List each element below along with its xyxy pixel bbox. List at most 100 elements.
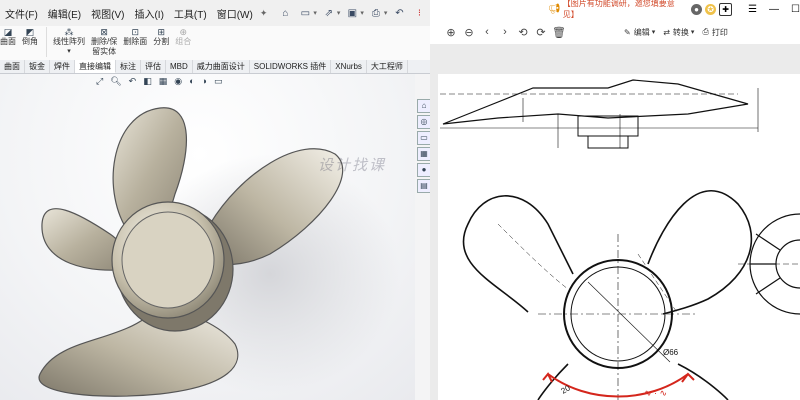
ribbon-separator (46, 27, 47, 57)
delete-face-icon: ⊡ (131, 27, 139, 37)
tab-engineer[interactable]: 大工程师 (367, 60, 408, 73)
pdf-page[interactable]: Ø66 20 ∿ · ∿ (438, 74, 800, 400)
appearance-icon[interactable]: ◑ (202, 76, 207, 86)
zoom-area-icon[interactable]: 🔍︎ (110, 76, 121, 87)
3d-viewport[interactable]: 设计找课 (0, 74, 415, 400)
surface-button[interactable]: ◪ 曲面 (0, 27, 16, 47)
solidworks-window: 文件(F) 编辑(E) 视图(V) 插入(I) 工具(T) 窗口(W) ✦ ⌂ … (0, 0, 430, 400)
menu-insert[interactable]: 插入(I) (129, 6, 168, 21)
zoom-in-icon[interactable]: ⊕ (442, 26, 460, 39)
tab-sheet-metal[interactable]: 钣金 (25, 60, 50, 73)
surface-icon: ◪ (3, 27, 13, 37)
tab-markup[interactable]: 标注 (116, 60, 141, 73)
user-avatar[interactable]: ● (691, 3, 703, 15)
tab-solidworks-addins[interactable]: SOLIDWORKS 插件 (250, 60, 332, 73)
dropdown-icon: ▾ (651, 29, 656, 36)
convert-button[interactable]: ⇄ 转换 ▾ (663, 27, 694, 38)
previous-view-icon[interactable]: ↶ (129, 76, 137, 87)
convert-icon: ⇄ (663, 27, 670, 37)
watermark: 设计找课 (318, 156, 387, 174)
home-icon[interactable]: ⌂ (278, 6, 292, 20)
menu-window[interactable]: 窗口(W) (212, 6, 258, 21)
markup-annotation: ∿ · ∿ (644, 388, 667, 398)
file-explorer-icon[interactable]: ▭ (417, 131, 430, 145)
tab-direct-editing[interactable]: 直接编辑 (75, 60, 116, 73)
rotate-right-icon[interactable]: ⟳ (532, 26, 550, 39)
vip-icon[interactable]: ✚ (719, 2, 733, 16)
tab-xnurbs[interactable]: XNurbs (331, 60, 367, 73)
menu-view[interactable]: 视图(V) (86, 6, 129, 21)
side-view (440, 79, 759, 149)
menu-edit[interactable]: 编辑(E) (43, 6, 86, 21)
ribbon: ◪ 曲面 ◩ 倒角 ⁂ 线性阵列 ▾ ⊠ 删除/保 留实体 ⊡ 删除面 ⊞ 分割 ⊕ 组合 (0, 26, 430, 62)
appearances-icon[interactable]: ● (417, 163, 430, 177)
edit-button[interactable]: ✎ 编辑 ▾ (624, 27, 655, 38)
delete-keep-body-button[interactable]: ⊠ 删除/保 留实体 (91, 27, 117, 57)
delete-face-button[interactable]: ⊡ 删除面 (123, 27, 147, 47)
linear-pattern-button[interactable]: ⁂ 线性阵列 ▾ (53, 27, 85, 57)
menu-bar: 文件(F) 编辑(E) 视图(V) 插入(I) 工具(T) 窗口(W) ✦ ⌂ … (0, 0, 430, 26)
dimension-label: 20 (560, 383, 573, 396)
heads-up-view-toolbar: ⤢ 🔍︎ ↶ ◧ ▦ ◉ ◐ ◑ ▭ (96, 75, 229, 87)
display-style-icon[interactable]: ◉ (174, 76, 182, 87)
chamfer-icon: ◩ (25, 27, 35, 37)
open-icon[interactable]: ⇗ (322, 6, 336, 20)
print-button[interactable]: ⎙ 打印 (702, 27, 727, 38)
minimize-icon[interactable]: — (769, 4, 779, 15)
megaphone-icon: 📢︎ (548, 3, 561, 15)
zoom-out-icon[interactable]: ⊖ (460, 26, 478, 39)
delete-icon[interactable]: 🗑︎ (550, 26, 568, 39)
scene-icon[interactable]: ▭ (214, 76, 223, 87)
chamfer-button[interactable]: ◩ 倒角 (22, 27, 38, 47)
print-icon: ⎙ (702, 27, 709, 36)
linear-pattern-icon: ⁂ (64, 27, 74, 37)
save-icon[interactable]: ▣ (345, 6, 359, 20)
previous-page-icon[interactable]: ‹ (478, 26, 496, 38)
pdf-toolbar: ⊕ ⊖ ‹ › ⟲ ⟳ 🗑︎ ✎ 编辑 ▾ ⇄ 转换 ▾ ⎙ 打印 (430, 20, 800, 44)
menu-tools[interactable]: 工具(T) (169, 6, 212, 21)
zoom-to-fit-icon[interactable]: ⤢ (96, 76, 103, 87)
dropdown-icon[interactable]: ▾ (337, 9, 341, 17)
delete-body-icon: ⊠ (100, 27, 108, 37)
hide-show-icon[interactable]: ◐ (189, 76, 194, 86)
diameter-label: Ø66 (663, 348, 679, 357)
tab-power-surfacing[interactable]: 威力曲面设计 (193, 60, 250, 73)
traffic-light-icon[interactable]: ⁝ (412, 6, 426, 20)
right-view (738, 213, 800, 315)
resources-icon[interactable]: ⌂ (417, 99, 430, 113)
combine-icon: ⊕ (179, 27, 187, 37)
fan-model (38, 107, 400, 397)
custom-properties-icon[interactable]: ▤ (417, 179, 430, 193)
survey-banner[interactable]: 📢︎ 【图片有功能调研，邀您填要意见】 (548, 0, 677, 20)
badge-icon[interactable]: ✪ (705, 3, 717, 15)
dropdown-icon: ▾ (67, 48, 71, 55)
tab-surface[interactable]: 曲面 (0, 60, 25, 73)
design-library-icon[interactable]: ◎ (417, 115, 430, 129)
front-view (462, 190, 753, 400)
view-palette-icon[interactable]: ▦ (417, 147, 430, 161)
combine-button[interactable]: ⊕ 组合 (175, 27, 191, 47)
dropdown-icon[interactable]: ▾ (360, 9, 364, 17)
pin-icon[interactable]: ✦ (260, 8, 268, 19)
next-page-icon[interactable]: › (496, 26, 514, 38)
split-icon: ⊞ (157, 27, 165, 37)
new-document-icon[interactable]: ▭ (298, 6, 312, 20)
hub-inner-face (121, 211, 215, 309)
edit-icon: ✎ (624, 27, 631, 37)
undo-icon[interactable]: ↶ (392, 6, 406, 20)
rotate-left-icon[interactable]: ⟲ (514, 26, 532, 39)
tab-evaluate[interactable]: 评估 (141, 60, 166, 73)
tab-weldments[interactable]: 焊件 (50, 60, 75, 73)
quick-access-toolbar: ⌂ ▭▾ ⇗▾ ▣▾ ⎙▾ ↶ ⁝ ☺ ⊘ ⊟ (275, 6, 430, 20)
menu-file[interactable]: 文件(F) (0, 6, 43, 21)
split-button[interactable]: ⊞ 分割 (153, 27, 169, 47)
view-orientation-icon[interactable]: ▦ (159, 76, 168, 87)
pdf-viewer-window: 📢︎ 【图片有功能调研，邀您填要意见】 ● ✪ ✚ ☰ — ☐ ⊕ ⊖ ‹ › … (430, 0, 800, 400)
menu-icon[interactable]: ☰ (748, 4, 757, 15)
print-icon[interactable]: ⎙ (369, 6, 383, 20)
section-view-icon[interactable]: ◧ (143, 76, 152, 87)
tab-mbd[interactable]: MBD (166, 60, 193, 73)
dropdown-icon[interactable]: ▾ (384, 9, 388, 17)
dropdown-icon[interactable]: ▾ (313, 9, 317, 17)
maximize-icon[interactable]: ☐ (791, 4, 800, 15)
